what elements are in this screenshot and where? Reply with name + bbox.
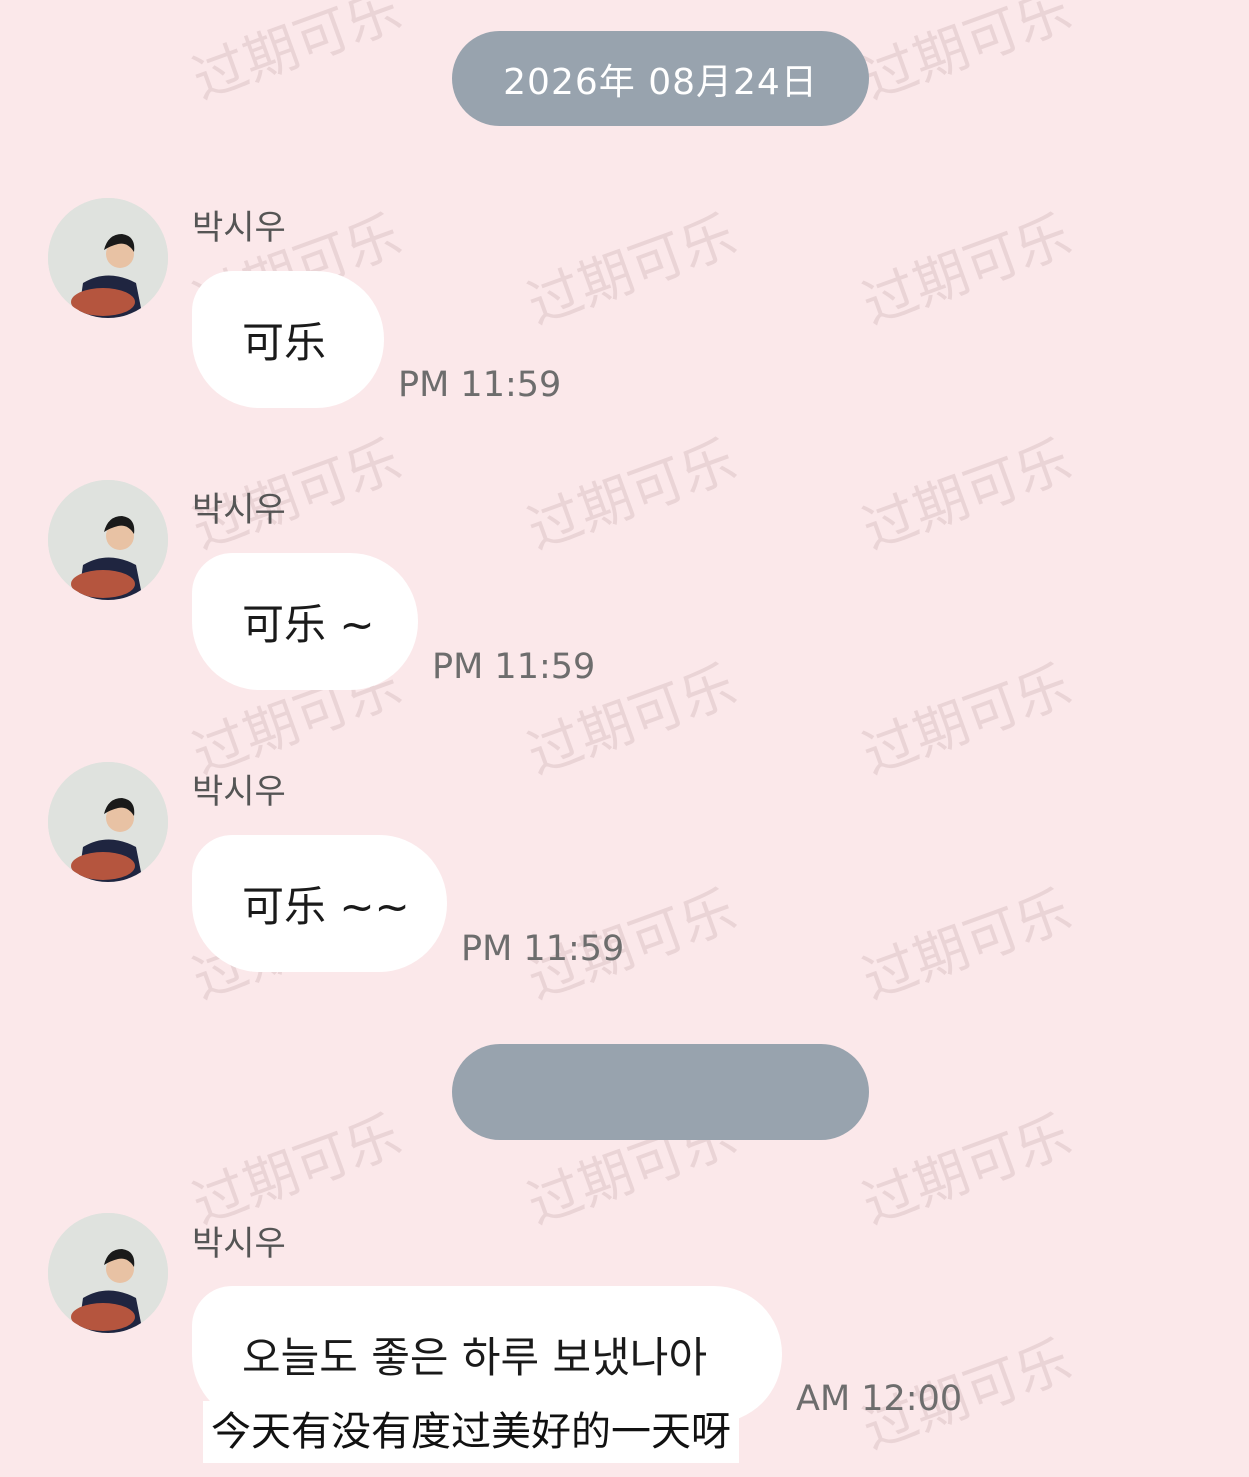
avatar[interactable] xyxy=(48,762,168,882)
sender-name: 박시우 xyxy=(192,490,286,530)
avatar-photo xyxy=(48,198,168,318)
avatar-photo xyxy=(48,1213,168,1333)
watermark: 过期可乐 xyxy=(854,0,1079,112)
message-bubble[interactable]: 可乐 xyxy=(192,271,384,408)
message-bubble[interactable]: 可乐 ~ xyxy=(192,553,418,690)
watermark-layer: 过期可乐 过期可乐 过期可乐 过期可乐 过期可乐 过期可乐 过期可乐 过期可乐 … xyxy=(0,0,1249,1477)
message-bubble[interactable]: 可乐 ~~ xyxy=(192,835,447,972)
watermark: 过期可乐 xyxy=(519,428,744,562)
watermark: 过期可乐 xyxy=(854,878,1079,1012)
message-time: PM 11:59 xyxy=(432,647,596,687)
watermark: 过期可乐 xyxy=(184,0,409,112)
sender-name: 박시우 xyxy=(192,208,286,248)
avatar-photo xyxy=(48,762,168,882)
avatar[interactable] xyxy=(48,480,168,600)
watermark: 过期可乐 xyxy=(519,203,744,337)
sender-name: 박시우 xyxy=(192,1224,286,1264)
message-time: PM 11:59 xyxy=(461,929,625,969)
avatar-photo xyxy=(48,480,168,600)
watermark: 过期可乐 xyxy=(854,1103,1079,1237)
avatar[interactable] xyxy=(48,198,168,318)
watermark: 过期可乐 xyxy=(854,653,1079,787)
watermark: 过期可乐 xyxy=(854,428,1079,562)
date-divider-blank xyxy=(452,1044,869,1140)
date-divider: 2026年 08月24日 xyxy=(452,31,869,126)
avatar[interactable] xyxy=(48,1213,168,1333)
translation-subtitle: 今天有没有度过美好的一天呀 xyxy=(203,1401,739,1463)
sender-name: 박시우 xyxy=(192,772,286,812)
message-time: PM 11:59 xyxy=(398,365,562,405)
message-time: AM 12:00 xyxy=(796,1379,963,1419)
watermark: 过期可乐 xyxy=(854,203,1079,337)
